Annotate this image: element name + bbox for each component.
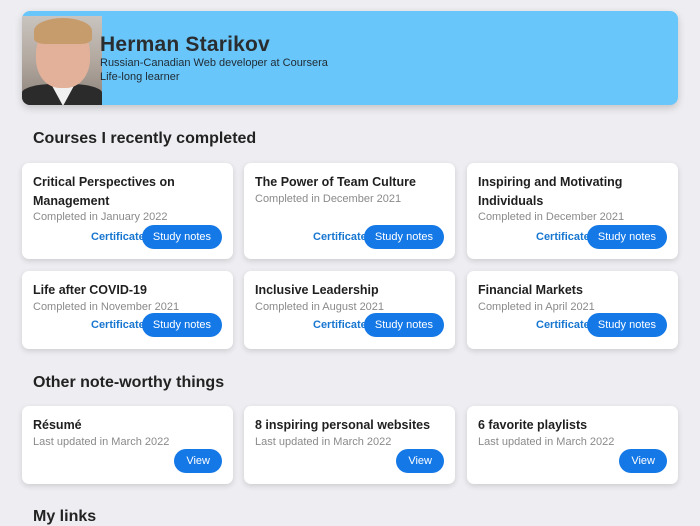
other-item-meta: Last updated in March 2022	[255, 436, 392, 448]
course-meta: Completed in April 2021	[478, 301, 595, 313]
certificate-link[interactable]: Certificate	[313, 319, 367, 331]
course-title: The Power of Team Culture	[255, 175, 416, 189]
other-item-title: 8 inspiring personal websites	[255, 418, 431, 432]
profile-subtitle: Russian-Canadian Web developer at Course…	[100, 57, 328, 69]
course-title: Financial Markets	[478, 283, 583, 297]
certificate-link[interactable]: Certificate	[91, 231, 145, 243]
course-meta: Completed in January 2022	[33, 211, 168, 223]
other-card: 8 inspiring personal websites Last updat…	[244, 406, 455, 484]
course-card: The Power of Team Culture Completed in D…	[244, 163, 455, 259]
other-item-title: Résumé	[33, 418, 82, 432]
view-button[interactable]: View	[396, 449, 444, 473]
course-card: Critical Perspectives on Management Comp…	[22, 163, 233, 259]
study-notes-button[interactable]: Study notes	[363, 225, 444, 249]
courses-section-title: Courses I recently completed	[33, 130, 257, 147]
study-notes-button[interactable]: Study notes	[586, 313, 667, 337]
study-notes-button[interactable]: Study notes	[141, 225, 222, 249]
study-notes-button[interactable]: Study notes	[363, 313, 444, 337]
certificate-link[interactable]: Certificate	[91, 319, 145, 331]
course-card: Financial Markets Completed in April 202…	[467, 271, 678, 349]
other-item-meta: Last updated in March 2022	[33, 436, 170, 448]
other-card: 6 favorite playlists Last updated in Mar…	[467, 406, 678, 484]
view-button[interactable]: View	[619, 449, 667, 473]
course-title: Life after COVID-19	[33, 283, 147, 297]
course-meta: Completed in December 2021	[478, 211, 625, 223]
study-notes-button[interactable]: Study notes	[141, 313, 222, 337]
profile-header: Herman Starikov Russian-Canadian Web dev…	[22, 11, 678, 105]
course-title: Inspiring and Motivating Individuals	[478, 175, 623, 208]
course-card: Inclusive Leadership Completed in August…	[244, 271, 455, 349]
course-title: Critical Perspectives on Management	[33, 175, 175, 208]
view-button[interactable]: View	[174, 449, 222, 473]
certificate-link[interactable]: Certificate	[536, 319, 590, 331]
course-card: Life after COVID-19 Completed in Novembe…	[22, 271, 233, 349]
course-title: Inclusive Leadership	[255, 283, 379, 297]
links-section-title: My links	[33, 508, 97, 525]
course-meta: Completed in November 2021	[33, 301, 180, 313]
study-notes-button[interactable]: Study notes	[586, 225, 667, 249]
certificate-link[interactable]: Certificate	[313, 231, 367, 243]
course-meta: Completed in December 2021	[255, 193, 402, 205]
other-card: Résumé Last updated in March 2022 View	[22, 406, 233, 484]
avatar	[22, 16, 102, 105]
other-item-meta: Last updated in March 2022	[478, 436, 615, 448]
profile-name: Herman Starikov	[100, 33, 270, 56]
other-section-title: Other note-worthy things	[33, 374, 225, 391]
course-meta: Completed in August 2021	[255, 301, 385, 313]
certificate-link[interactable]: Certificate	[536, 231, 590, 243]
course-card: Inspiring and Motivating Individuals Com…	[467, 163, 678, 259]
profile-tagline: Life-long learner	[100, 71, 180, 83]
other-item-title: 6 favorite playlists	[478, 418, 588, 432]
